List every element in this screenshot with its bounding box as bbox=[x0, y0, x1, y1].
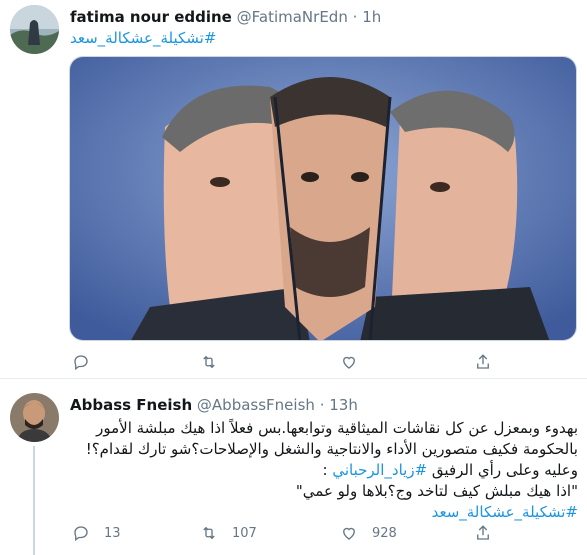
tweet-time[interactable]: 1h bbox=[362, 8, 381, 26]
reply-icon bbox=[74, 355, 88, 371]
tweet-line-end: : bbox=[322, 461, 333, 479]
tweet-time[interactable]: 13h bbox=[329, 396, 358, 414]
avatar[interactable] bbox=[10, 5, 59, 54]
share-icon bbox=[477, 525, 489, 540]
author-handle[interactable]: @FatimaNrEdn bbox=[237, 8, 348, 26]
author-handle[interactable]: @AbbassFneish bbox=[197, 396, 315, 414]
tweet-line: بهدوء وبمعزل عن كل نقاشات الميثاقية وتوا… bbox=[96, 419, 578, 437]
like-button[interactable] bbox=[340, 351, 358, 373]
reply-button[interactable] bbox=[72, 351, 90, 373]
tweet-media-image[interactable] bbox=[69, 56, 577, 341]
tweet-line-text: وعليه وعلى رأي الرفيق bbox=[427, 461, 578, 479]
separator-dot: · bbox=[352, 8, 358, 26]
retweet-button[interactable]: 107 bbox=[200, 522, 257, 544]
tweet-text: بهدوء وبمعزل عن كل نقاشات الميثاقية وتوا… bbox=[70, 418, 578, 523]
tweet-fatima[interactable]: fatima nour eddine @FatimaNrEdn · 1h #تش… bbox=[0, 0, 587, 379]
like-button[interactable]: 928 bbox=[340, 522, 397, 544]
share-icon bbox=[477, 354, 489, 369]
share-button[interactable] bbox=[474, 522, 492, 544]
like-icon bbox=[343, 356, 355, 369]
hashtag-link[interactable]: #تشكيلة_عشكالة_سعد bbox=[70, 502, 578, 523]
tweet-quote-line: "اذا هيك مبلش كيف لتاخد وج؟بلاها ولو عمي… bbox=[295, 482, 578, 500]
reply-button[interactable]: 13 bbox=[72, 522, 121, 544]
tweet-line: بالحكومة فكيف متصورين الأداء والانتاجية … bbox=[85, 440, 578, 458]
retweet-icon bbox=[203, 355, 215, 369]
retweet-button[interactable] bbox=[200, 351, 218, 373]
retweet-count: 107 bbox=[232, 525, 257, 541]
author-name[interactable]: Abbass Fneish bbox=[70, 396, 192, 414]
share-button[interactable] bbox=[474, 351, 492, 373]
like-icon bbox=[343, 527, 355, 540]
hashtag-link[interactable]: #تشكيلة_عشكالة_سعد bbox=[70, 29, 216, 47]
hashtag-link[interactable]: #زياد_الرحباني bbox=[332, 461, 427, 479]
reply-count: 13 bbox=[104, 525, 121, 541]
like-count: 928 bbox=[372, 525, 397, 541]
retweet-icon bbox=[203, 526, 215, 540]
separator-dot: · bbox=[319, 396, 325, 414]
tweet-line: وعليه وعلى رأي الرفيق #زياد_الرحباني : bbox=[70, 460, 578, 481]
author-name[interactable]: fatima nour eddine bbox=[70, 8, 232, 26]
reply-icon bbox=[74, 526, 88, 542]
